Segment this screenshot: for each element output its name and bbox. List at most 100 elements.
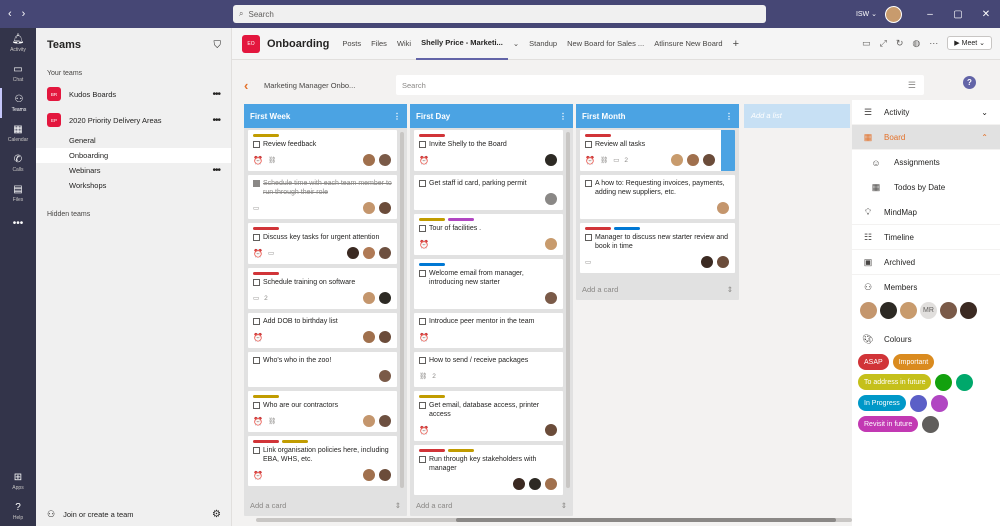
panel-timeline[interactable]: ☷ Timeline: [852, 225, 1000, 250]
more-options-icon[interactable]: •••: [212, 115, 220, 126]
panel-board[interactable]: ▦ Board ⌃: [852, 125, 1000, 150]
card[interactable]: Review all tasks ⏰ ⛓ ▭ 2: [580, 130, 735, 171]
panel-archived[interactable]: ▣ Archived: [852, 250, 1000, 275]
team-priority-delivery[interactable]: EP 2020 Priority Delivery Areas •••: [36, 107, 231, 133]
card-checkbox[interactable]: [253, 234, 260, 241]
tab-posts[interactable]: Posts: [337, 28, 366, 60]
conversation-icon[interactable]: ▭: [862, 38, 871, 49]
member-avatar[interactable]: [960, 302, 977, 319]
rail-calls[interactable]: ✆ Calls: [0, 148, 36, 178]
card-checkbox[interactable]: [585, 141, 592, 148]
card-checkbox[interactable]: [419, 402, 426, 409]
more-options-icon[interactable]: •••: [212, 165, 220, 176]
card[interactable]: Run through key stakeholders with manage…: [414, 445, 563, 495]
template-icon[interactable]: ⇕: [561, 501, 567, 510]
colour-dot-grey[interactable]: [922, 416, 940, 433]
list-header[interactable]: First Week ⋮: [244, 104, 407, 128]
tag-asap[interactable]: ASAP: [858, 354, 889, 370]
rail-files[interactable]: ▤ Files: [0, 178, 36, 208]
panel-todos[interactable]: ▦ Todos by Date: [852, 175, 1000, 200]
card-checkbox[interactable]: [253, 402, 260, 409]
member-avatar[interactable]: [900, 302, 917, 319]
profile-avatar[interactable]: [885, 5, 902, 23]
board-horizontal-scrollbar[interactable]: [256, 518, 852, 522]
panel-colours[interactable]: 🎨︎ Colours: [852, 327, 1000, 352]
card-checkbox[interactable]: [419, 141, 426, 148]
tab-new-board-sales[interactable]: New Board for Sales ...: [562, 28, 649, 60]
refresh-icon[interactable]: ↻: [896, 38, 904, 49]
card-checkbox[interactable]: [585, 234, 592, 241]
tag-important[interactable]: Important: [892, 354, 935, 370]
tab-dropdown[interactable]: ⌄: [508, 28, 524, 60]
card-checkbox[interactable]: [419, 225, 426, 232]
filter-icon[interactable]: ⛉: [214, 40, 222, 51]
template-icon[interactable]: ⇕: [395, 501, 401, 510]
card[interactable]: Who are our contractors ⏰ ⛓: [248, 391, 397, 432]
list-menu-icon[interactable]: ⋮: [559, 112, 567, 121]
close-icon[interactable]: ✕: [972, 9, 1000, 20]
panel-members[interactable]: ⚇ Members: [852, 275, 1000, 300]
add-tab-button[interactable]: +: [728, 28, 744, 60]
chevron-up-icon[interactable]: ⌃: [981, 133, 988, 142]
expand-icon[interactable]: ⤢: [880, 38, 887, 49]
card-checkbox[interactable]: [419, 180, 426, 187]
join-team-link[interactable]: Join or create a team: [63, 510, 204, 519]
card[interactable]: Get staff id card, parking permit: [414, 175, 563, 210]
channel-workshops[interactable]: Workshops: [36, 178, 231, 193]
tag-revisit[interactable]: Revisit in future: [858, 416, 919, 432]
card[interactable]: Schedule time with each team member to r…: [248, 175, 397, 219]
team-kudos-boards[interactable]: BR Kudos Boards •••: [36, 81, 231, 107]
card[interactable]: Schedule training on software ▭ 2: [248, 268, 397, 309]
channel-onboarding[interactable]: Onboarding: [36, 148, 231, 163]
forward-arrow-icon[interactable]: ›: [22, 8, 26, 20]
tag-in-progress[interactable]: In Progress: [858, 395, 906, 411]
list-header[interactable]: First Month ⋮: [576, 104, 739, 128]
card-checkbox[interactable]: [253, 447, 260, 454]
card[interactable]: How to send / receive packages ⛓ 2: [414, 352, 563, 387]
card-checkbox[interactable]: [253, 141, 260, 148]
card-checkbox[interactable]: [419, 270, 426, 277]
card-checkbox[interactable]: [419, 318, 426, 325]
add-list-button[interactable]: Add a list: [744, 104, 850, 128]
scrollbar-thumb[interactable]: [456, 518, 836, 522]
tag-future[interactable]: To address in future: [858, 374, 932, 390]
meet-button[interactable]: ▶ Meet ⌄: [947, 36, 992, 50]
card-checkbox[interactable]: [253, 180, 260, 187]
channel-webinars[interactable]: Webinars •••: [36, 163, 231, 178]
tab-shelly-board[interactable]: Shelly Price - Marketi...: [416, 28, 508, 60]
rail-teams[interactable]: ⚇ Teams: [0, 88, 36, 118]
colour-dot-teal[interactable]: [956, 374, 974, 391]
more-options-icon[interactable]: ⋯: [929, 38, 938, 49]
card-checkbox[interactable]: [253, 279, 260, 286]
colour-dot-green[interactable]: [935, 374, 953, 391]
rail-chat[interactable]: ▭ Chat: [0, 58, 36, 88]
card[interactable]: A how to: Requesting invoices, payments,…: [580, 175, 735, 219]
colour-dot-indigo[interactable]: [909, 395, 927, 412]
card[interactable]: Discuss key tasks for urgent attention ⏰…: [248, 223, 397, 264]
list-menu-icon[interactable]: ⋮: [725, 112, 733, 121]
rail-activity[interactable]: 🔔︎ Activity: [0, 28, 36, 58]
card-checkbox[interactable]: [585, 180, 592, 187]
card[interactable]: Who's who in the zoo!: [248, 352, 397, 387]
tab-atlinsure[interactable]: Atlinsure New Board: [649, 28, 727, 60]
tab-standup[interactable]: Standup: [524, 28, 562, 60]
card[interactable]: Introduce peer mentor in the team ⏰: [414, 313, 563, 348]
more-options-icon[interactable]: •••: [212, 89, 220, 100]
member-avatar[interactable]: [940, 302, 957, 319]
filter-lines-icon[interactable]: ☰: [908, 80, 916, 91]
template-icon[interactable]: ⇕: [727, 285, 733, 294]
tab-files[interactable]: Files: [366, 28, 392, 60]
back-chevron-icon[interactable]: ‹: [244, 78, 264, 93]
add-card-button[interactable]: Add a card ⇕: [576, 278, 739, 300]
member-avatar-initials[interactable]: MR: [920, 302, 937, 319]
card-checkbox[interactable]: [253, 318, 260, 325]
card[interactable]: Manager to discuss new starter review an…: [580, 223, 735, 273]
card[interactable]: Welcome email from manager, introducing …: [414, 259, 563, 309]
panel-mindmap[interactable]: 💡︎ MindMap: [852, 200, 1000, 225]
card[interactable]: Review feedback ⏰ ⛓: [248, 130, 397, 171]
member-avatar[interactable]: [860, 302, 877, 319]
globe-icon[interactable]: ◍: [912, 38, 920, 49]
card-checkbox[interactable]: [419, 456, 426, 463]
rail-calendar[interactable]: ▦ Calendar: [0, 118, 36, 148]
panel-activity[interactable]: ☰ Activity ⌄: [852, 100, 1000, 125]
